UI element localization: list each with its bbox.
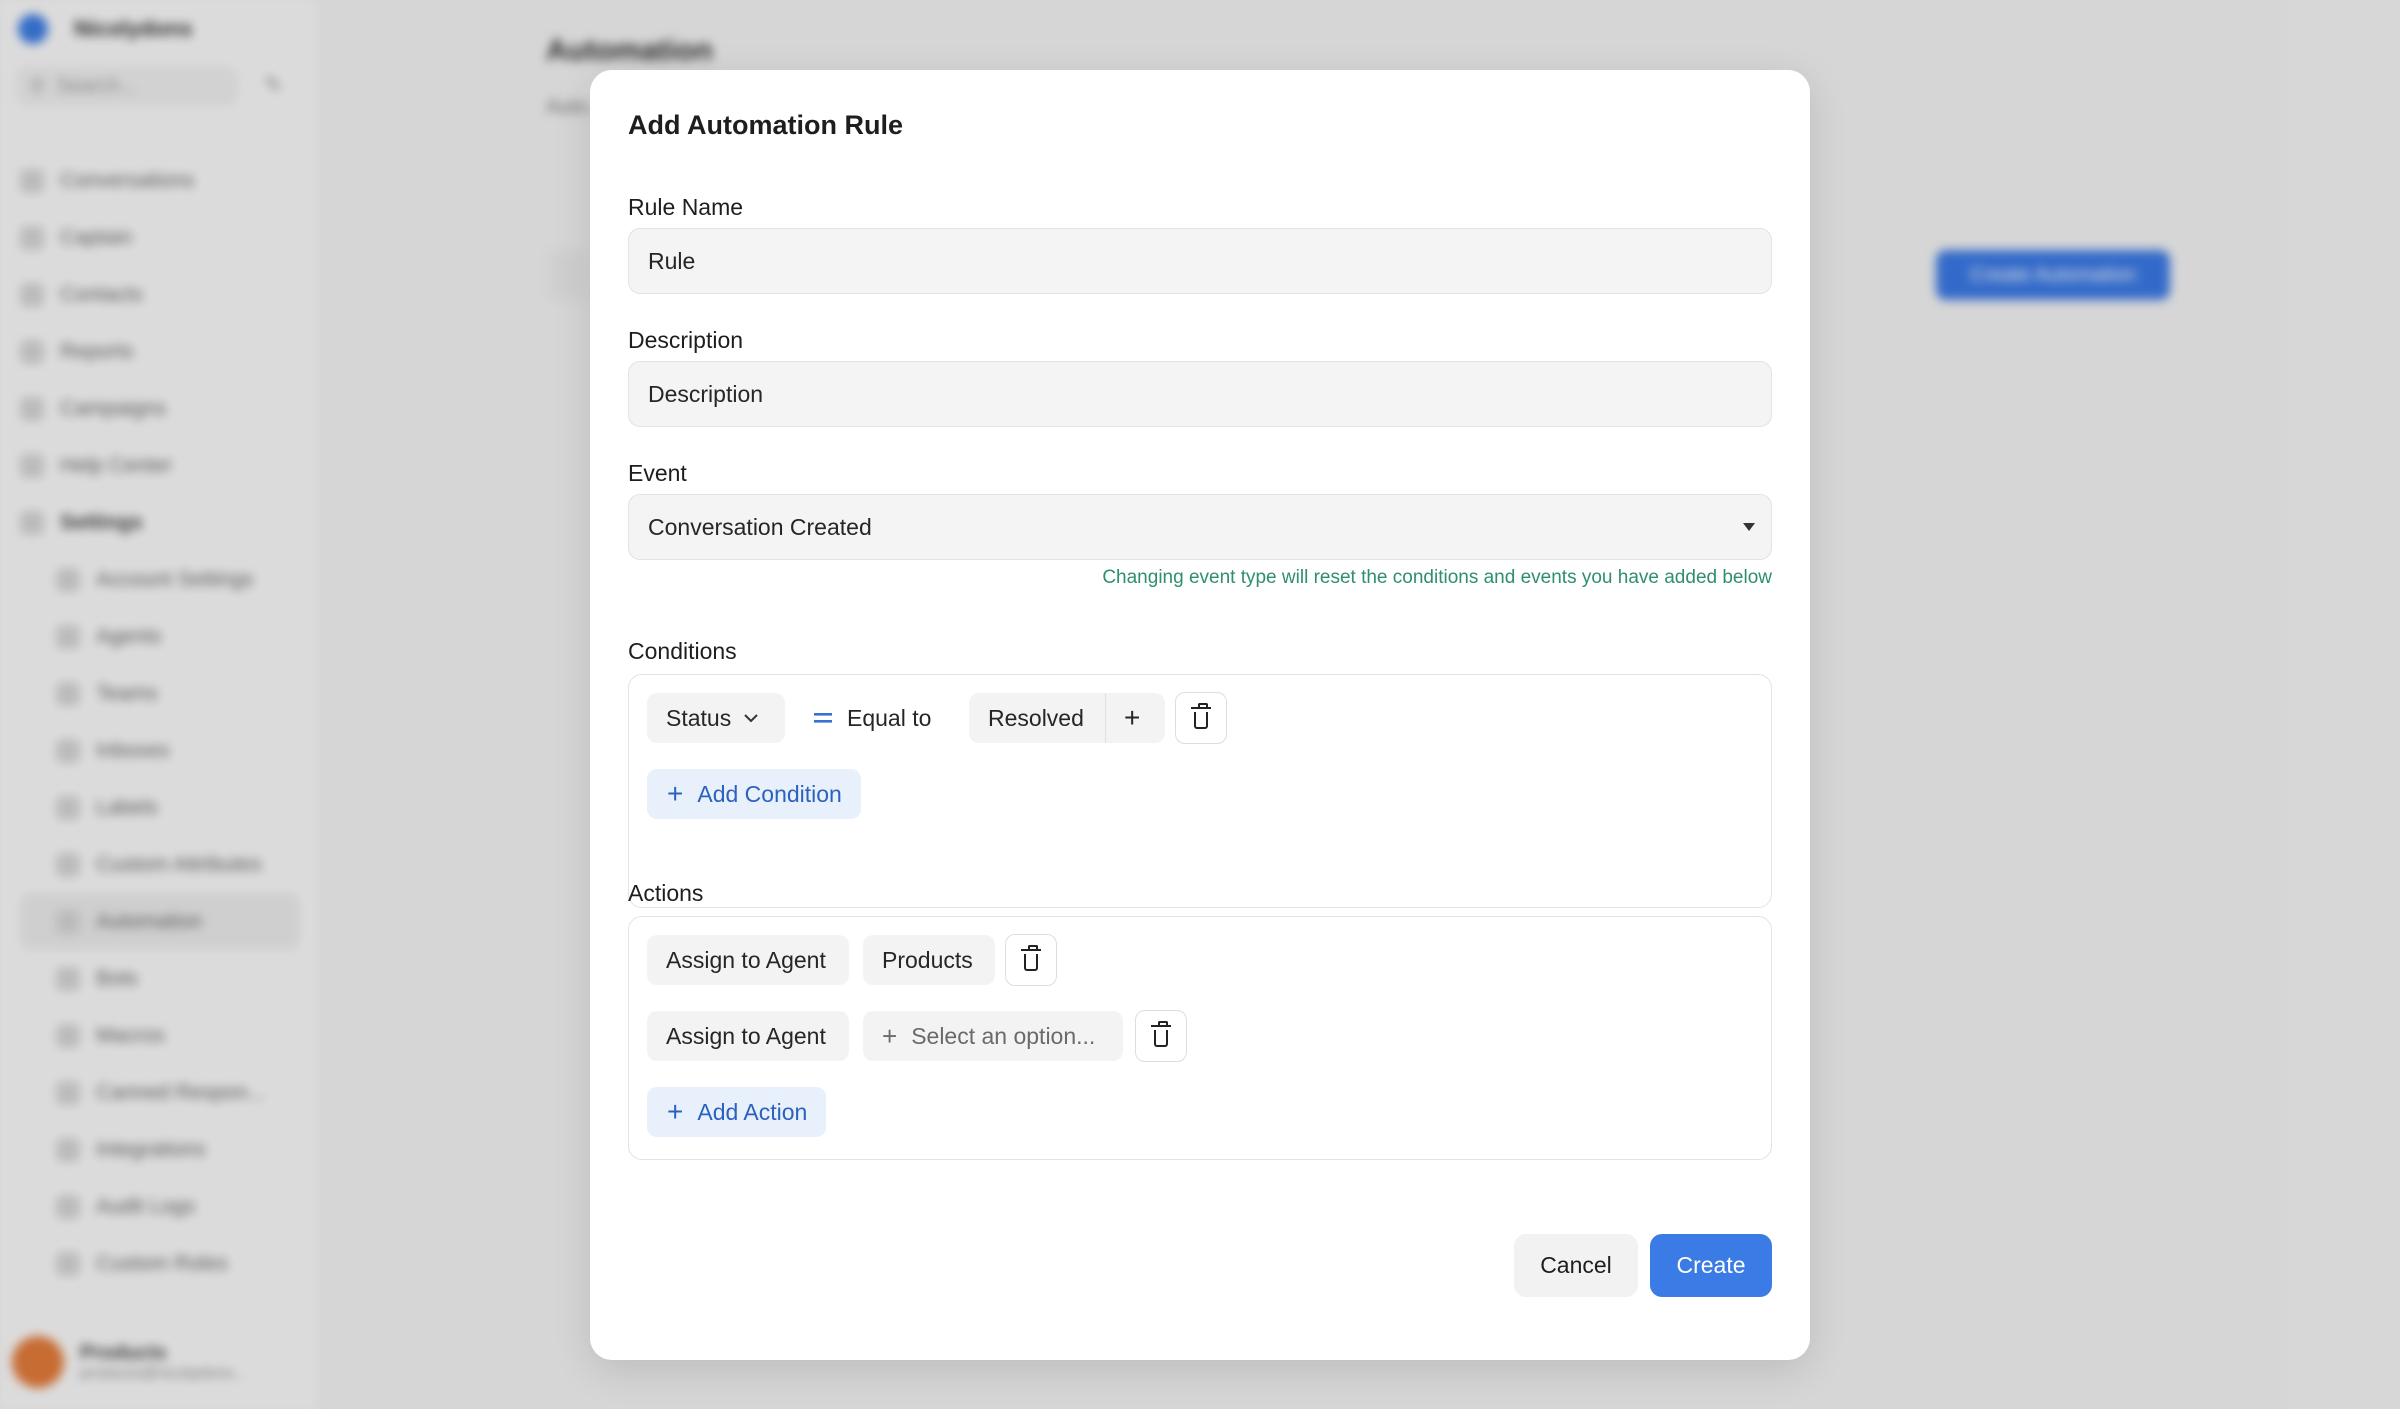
rule-name-input[interactable]: Rule <box>628 228 1772 294</box>
plus-icon: + <box>667 1096 684 1127</box>
action-value-select[interactable]: + Select an option... <box>863 1011 1123 1061</box>
action-type-select[interactable]: Assign to Agent <box>647 1011 849 1061</box>
plus-icon[interactable]: + <box>1124 702 1140 734</box>
chip-divider <box>1105 693 1106 743</box>
event-value: Conversation Created <box>648 513 872 540</box>
event-select[interactable]: Conversation Created <box>628 494 1772 560</box>
equals-icon <box>814 713 832 723</box>
event-label: Event <box>628 460 687 486</box>
plus-icon: + <box>667 778 684 809</box>
action-value-select[interactable]: Products <box>863 935 995 985</box>
caret-down-icon <box>1743 523 1755 531</box>
condition-attribute-select[interactable]: Status <box>647 693 785 743</box>
action-type-value: Assign to Agent <box>666 946 826 973</box>
description-label: Description <box>628 327 744 353</box>
action-value-placeholder: Select an option... <box>911 1022 1096 1049</box>
delete-action-button[interactable] <box>1005 934 1057 986</box>
condition-operator-value: Equal to <box>847 704 932 731</box>
create-button[interactable]: Create <box>1650 1234 1772 1297</box>
event-hint: Changing event type will reset the condi… <box>1102 567 1772 588</box>
add-condition-label: Add Condition <box>697 780 842 807</box>
trash-icon <box>1021 944 1041 971</box>
description-value: Description <box>648 380 764 407</box>
condition-attribute-value: Status <box>666 704 732 731</box>
chevron-down-icon <box>744 714 758 723</box>
conditions-label: Conditions <box>628 638 737 664</box>
actions-box: Assign to Agent Products Assign to Agent… <box>628 916 1772 1160</box>
description-input[interactable]: Description <box>628 361 1772 427</box>
action-type-select[interactable]: Assign to Agent <box>647 935 849 985</box>
actions-label: Actions <box>628 880 704 906</box>
trash-icon <box>1151 1020 1171 1047</box>
plus-icon: + <box>882 1021 898 1051</box>
conditions-box: Status Equal to Resolved + + Add Conditi… <box>628 674 1772 908</box>
add-action-button[interactable]: + Add Action <box>647 1087 827 1137</box>
delete-condition-button[interactable] <box>1175 692 1227 744</box>
add-automation-modal: Add Automation Rule Rule Name Rule Descr… <box>590 70 1810 1360</box>
condition-value-text: Resolved <box>988 704 1084 731</box>
condition-operator-select[interactable]: Equal to <box>803 693 953 743</box>
add-condition-button[interactable]: + Add Condition <box>647 769 861 819</box>
action-value-text: Products <box>882 946 973 973</box>
condition-value-select[interactable]: Resolved + <box>969 693 1165 743</box>
rule-name-value: Rule <box>648 247 696 274</box>
cancel-button[interactable]: Cancel <box>1514 1234 1638 1297</box>
rule-name-label: Rule Name <box>628 194 744 220</box>
modal-title: Add Automation Rule <box>628 110 903 140</box>
delete-action-button[interactable] <box>1135 1010 1187 1062</box>
trash-icon <box>1191 702 1211 729</box>
add-action-label: Add Action <box>697 1098 808 1125</box>
action-type-value: Assign to Agent <box>666 1022 826 1049</box>
